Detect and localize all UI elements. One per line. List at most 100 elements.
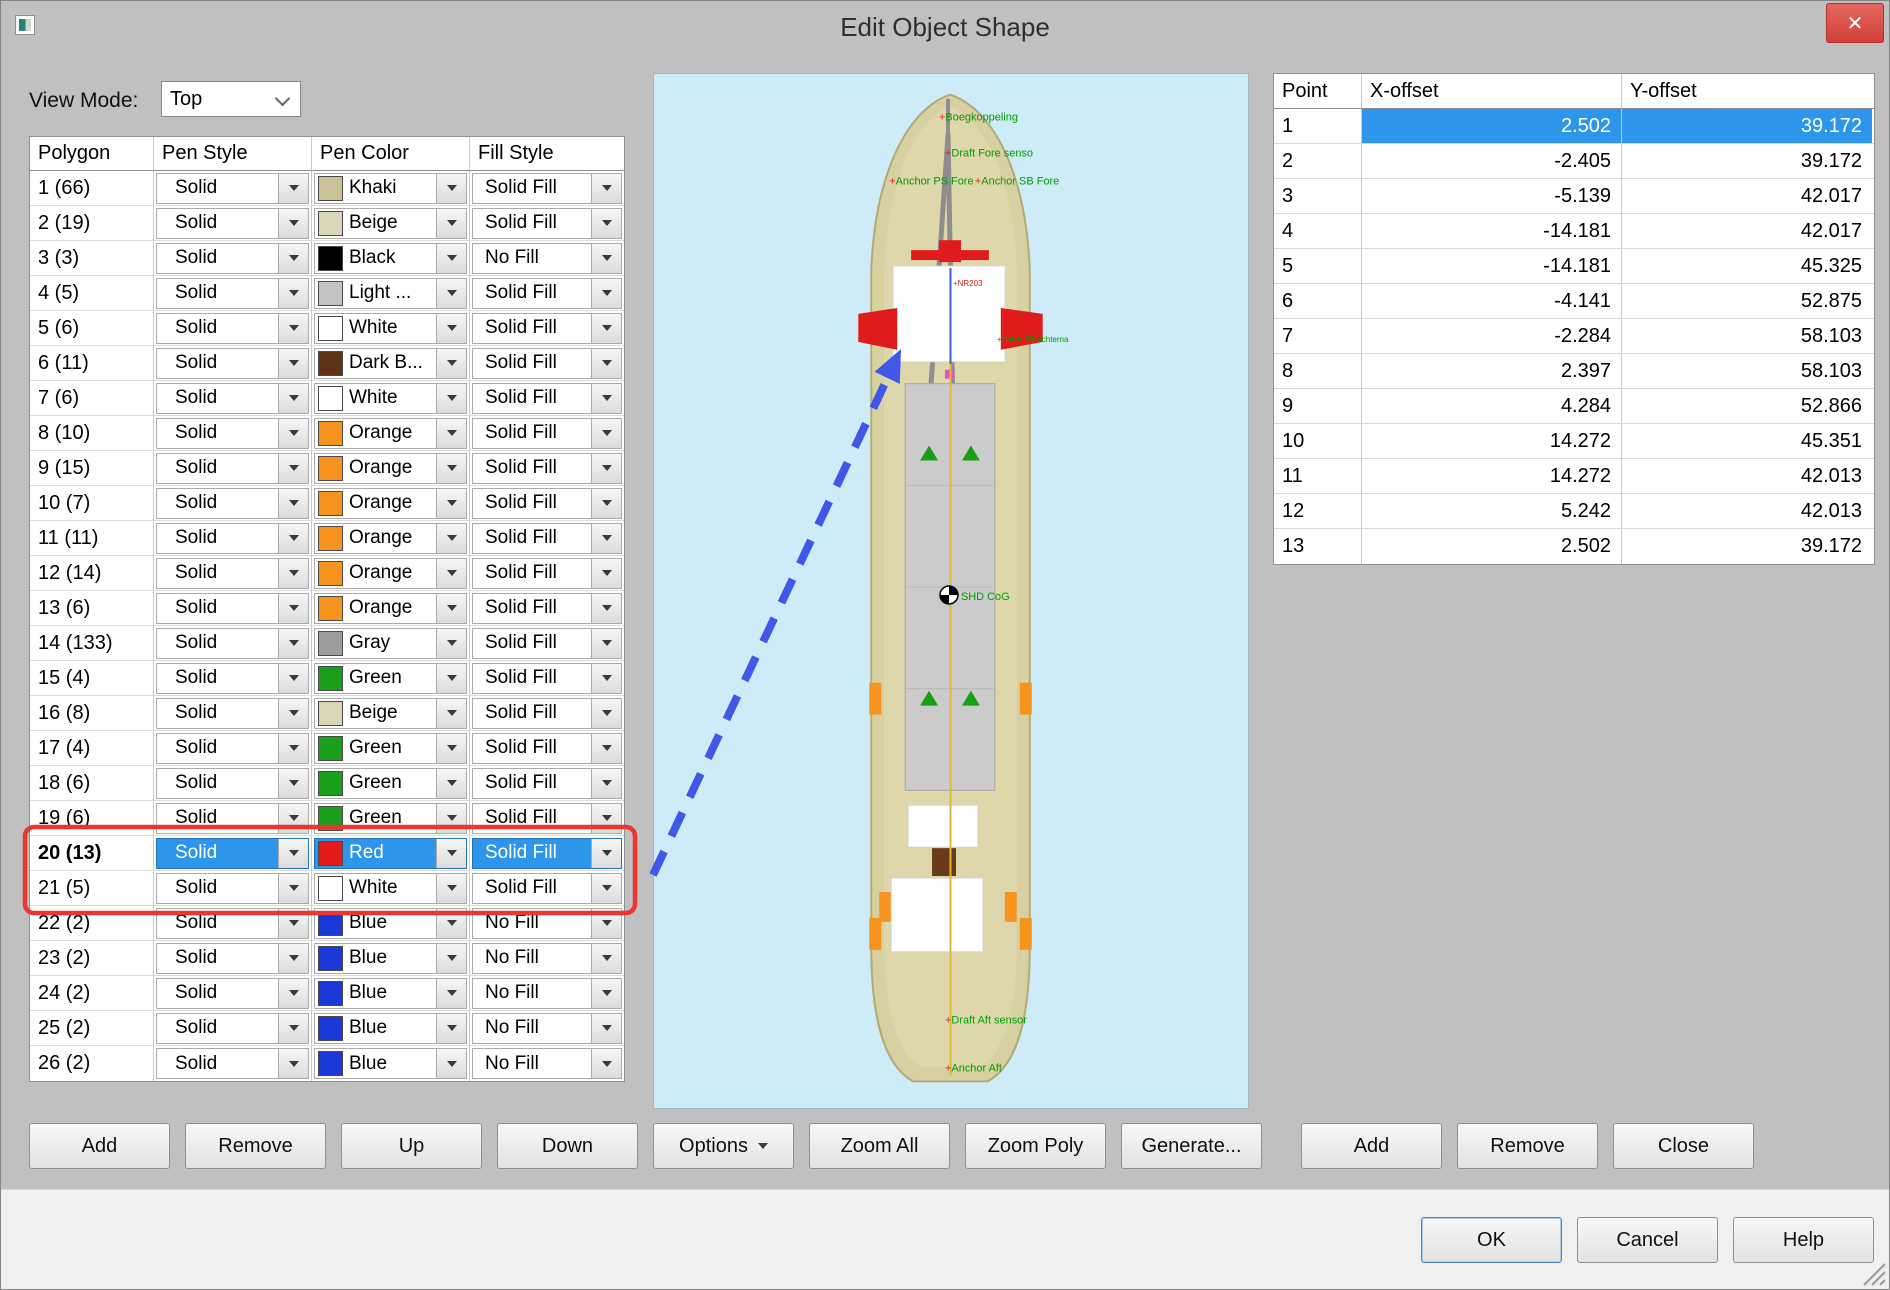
dropdown-button[interactable] [278,699,308,728]
pen-style-combo[interactable]: Solid [156,733,309,764]
polygon-row[interactable]: 11 (11)SolidOrangeSolid Fill [30,521,624,556]
dropdown-button[interactable] [591,524,621,553]
pen-style-combo[interactable]: Solid [156,278,309,309]
pen-style-combo[interactable]: Solid [156,768,309,799]
dropdown-button[interactable] [436,384,466,413]
pen-color-combo[interactable]: White [314,313,467,344]
pen-color-combo[interactable]: White [314,383,467,414]
view-mode-select[interactable]: Top [161,81,301,117]
fill-style-combo[interactable]: Solid Fill [472,768,622,799]
zoom-all-button[interactable]: Zoom All [809,1123,950,1169]
polygon-row[interactable]: 25 (2)SolidBlueNo Fill [30,1011,624,1046]
dropdown-button[interactable] [278,664,308,693]
pen-color-combo[interactable]: Orange [314,593,467,624]
dropdown-button[interactable] [278,279,308,308]
dropdown-button[interactable] [436,524,466,553]
pen-style-combo[interactable]: Solid [156,173,309,204]
dropdown-button[interactable] [278,734,308,763]
point-row[interactable]: 125.24242.013 [1274,494,1874,529]
up-button[interactable]: Up [341,1123,482,1169]
dropdown-button[interactable] [436,349,466,378]
pen-style-combo[interactable]: Solid [156,348,309,379]
dropdown-button[interactable] [278,769,308,798]
point-row[interactable]: 4-14.18142.017 [1274,214,1874,249]
fill-style-combo[interactable]: Solid Fill [472,733,622,764]
dropdown-button[interactable] [436,594,466,623]
dropdown-button[interactable] [436,559,466,588]
pen-color-combo[interactable]: Khaki [314,173,467,204]
pen-color-combo[interactable]: Orange [314,558,467,589]
dropdown-button[interactable] [436,209,466,238]
pen-style-combo[interactable]: Solid [156,243,309,274]
pen-color-combo[interactable]: Beige [314,698,467,729]
pen-color-combo[interactable]: Dark B... [314,348,467,379]
fill-style-combo[interactable]: Solid Fill [472,628,622,659]
dropdown-button[interactable] [436,1014,466,1043]
dropdown-button[interactable] [436,279,466,308]
point-row[interactable]: 1014.27245.351 [1274,424,1874,459]
dropdown-button[interactable] [436,804,466,833]
polygon-row[interactable]: 12 (14)SolidOrangeSolid Fill [30,556,624,591]
point-row[interactable]: 1114.27242.013 [1274,459,1874,494]
dropdown-button[interactable] [591,314,621,343]
dropdown-button[interactable] [591,1049,621,1078]
pen-style-combo[interactable]: Solid [156,418,309,449]
pen-style-combo[interactable]: Solid [156,313,309,344]
fill-style-combo[interactable]: Solid Fill [472,488,622,519]
polygon-row[interactable]: 10 (7)SolidOrangeSolid Fill [30,486,624,521]
dropdown-button[interactable] [278,174,308,203]
dropdown-button[interactable] [436,944,466,973]
dropdown-button[interactable] [591,419,621,448]
dropdown-button[interactable] [278,489,308,518]
dropdown-button[interactable] [591,979,621,1008]
fill-style-combo[interactable]: Solid Fill [472,418,622,449]
dropdown-button[interactable] [436,769,466,798]
dropdown-button[interactable] [591,909,621,938]
dropdown-button[interactable] [436,979,466,1008]
pen-color-combo[interactable]: Red [314,838,467,869]
dropdown-button[interactable] [278,1049,308,1078]
dropdown-button[interactable] [278,909,308,938]
pen-color-combo[interactable]: Orange [314,523,467,554]
fill-style-combo[interactable]: No Fill [472,1013,622,1044]
pen-color-combo[interactable]: Blue [314,1013,467,1044]
pen-style-combo[interactable]: Solid [156,838,309,869]
pen-style-combo[interactable]: Solid [156,908,309,939]
polygon-row[interactable]: 13 (6)SolidOrangeSolid Fill [30,591,624,626]
dropdown-button[interactable] [436,839,466,868]
dropdown-button[interactable] [436,489,466,518]
dropdown-button[interactable] [436,909,466,938]
point-row[interactable]: 5-14.18145.325 [1274,249,1874,284]
dropdown-button[interactable] [278,314,308,343]
dropdown-button[interactable] [591,489,621,518]
polygon-row[interactable]: 22 (2)SolidBlueNo Fill [30,906,624,941]
polygon-row[interactable]: 21 (5)SolidWhiteSolid Fill [30,871,624,906]
fill-style-combo[interactable]: No Fill [472,1048,622,1079]
dropdown-button[interactable] [591,664,621,693]
dropdown-button[interactable] [278,384,308,413]
dropdown-button[interactable] [278,454,308,483]
pen-style-combo[interactable]: Solid [156,1048,309,1079]
close-button-toolbar[interactable]: Close [1613,1123,1754,1169]
pen-color-combo[interactable]: Gray [314,628,467,659]
dropdown-button[interactable] [591,244,621,273]
dropdown-button[interactable] [591,174,621,203]
fill-style-combo[interactable]: Solid Fill [472,173,622,204]
dropdown-button[interactable] [591,594,621,623]
polygon-row[interactable]: 24 (2)SolidBlueNo Fill [30,976,624,1011]
fill-style-combo[interactable]: No Fill [472,943,622,974]
dropdown-button[interactable] [278,944,308,973]
fill-style-combo[interactable]: Solid Fill [472,383,622,414]
dropdown-button[interactable] [436,874,466,903]
pen-color-combo[interactable]: Blue [314,978,467,1009]
pen-color-combo[interactable]: Black [314,243,467,274]
ok-button[interactable]: OK [1421,1217,1562,1263]
help-button[interactable]: Help [1733,1217,1874,1263]
pen-color-combo[interactable]: Blue [314,943,467,974]
dropdown-button[interactable] [278,874,308,903]
polygon-row[interactable]: 3 (3)SolidBlackNo Fill [30,241,624,276]
dropdown-button[interactable] [278,1014,308,1043]
point-row[interactable]: 12.50239.172 [1274,109,1874,144]
polygon-row[interactable]: 1 (66)SolidKhakiSolid Fill [30,171,624,206]
dropdown-button[interactable] [591,209,621,238]
